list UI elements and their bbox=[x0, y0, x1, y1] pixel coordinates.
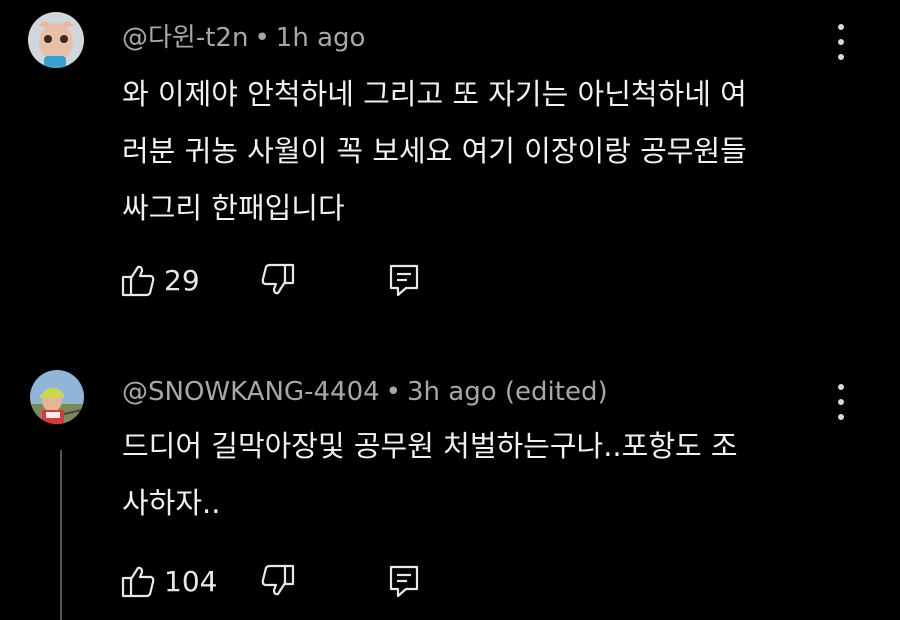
comment-item: @SNOWKANG-4404 • 3h ago (edited) 드디어 길막아장및… bbox=[0, 360, 900, 620]
comment-item: @다윈-t2n • 1h ago 와 이제야 안척하네 그리고 또 자기는 아닌척하… bbox=[0, 0, 900, 340]
like-button[interactable]: 29 bbox=[120, 262, 200, 298]
avatar[interactable] bbox=[30, 370, 84, 424]
more-vertical-icon[interactable] bbox=[826, 384, 856, 420]
thumbs-up-icon bbox=[121, 265, 155, 297]
thumbs-down-icon bbox=[261, 564, 295, 596]
avatar[interactable] bbox=[28, 12, 84, 68]
comment-text: 드디어 길막아장및 공무원 처벌하는구나..포항도 조 사하자.. bbox=[122, 418, 822, 532]
comment-text: 와 이제야 안척하네 그리고 또 자기는 아닌척하네 여 러분 귀농 사월이 꼭… bbox=[122, 66, 822, 237]
comment-text-line: 러분 귀농 사월이 꼭 보세요 여기 이장이랑 공무원들 bbox=[122, 134, 747, 168]
thumbs-up-icon bbox=[121, 566, 155, 598]
comment-meta: @다윈-t2n • 1h ago bbox=[122, 17, 365, 54]
meta-separator: • bbox=[254, 23, 270, 53]
reply-button[interactable] bbox=[386, 262, 422, 298]
dislike-button[interactable] bbox=[260, 262, 296, 298]
more-vertical-icon[interactable] bbox=[826, 24, 856, 60]
meta-separator: • bbox=[385, 377, 401, 407]
reply-button[interactable] bbox=[386, 563, 422, 599]
thread-line bbox=[60, 450, 62, 620]
comment-text-line: 사하자.. bbox=[122, 486, 221, 520]
comment-author[interactable]: @다윈-t2n bbox=[122, 23, 248, 53]
like-count: 104 bbox=[164, 564, 218, 598]
comment-text-line: 드디어 길막아장및 공무원 처벌하는구나..포항도 조 bbox=[122, 429, 738, 463]
like-count: 29 bbox=[164, 263, 200, 297]
like-button[interactable]: 104 bbox=[120, 563, 217, 599]
comment-author[interactable]: @SNOWKANG-4404 bbox=[122, 377, 380, 407]
thumbs-down-icon bbox=[261, 263, 295, 295]
comment-text-line: 와 이제야 안척하네 그리고 또 자기는 아닌척하네 여 bbox=[122, 77, 747, 111]
comment-time[interactable]: 1h ago bbox=[276, 23, 366, 53]
reply-icon bbox=[389, 565, 419, 598]
reply-icon bbox=[389, 264, 419, 297]
dislike-button[interactable] bbox=[260, 563, 296, 599]
comment-time[interactable]: 3h ago (edited) bbox=[407, 377, 608, 407]
comment-meta: @SNOWKANG-4404 • 3h ago (edited) bbox=[122, 377, 608, 407]
comment-text-line: 싸그리 한패입니다 bbox=[122, 191, 345, 225]
